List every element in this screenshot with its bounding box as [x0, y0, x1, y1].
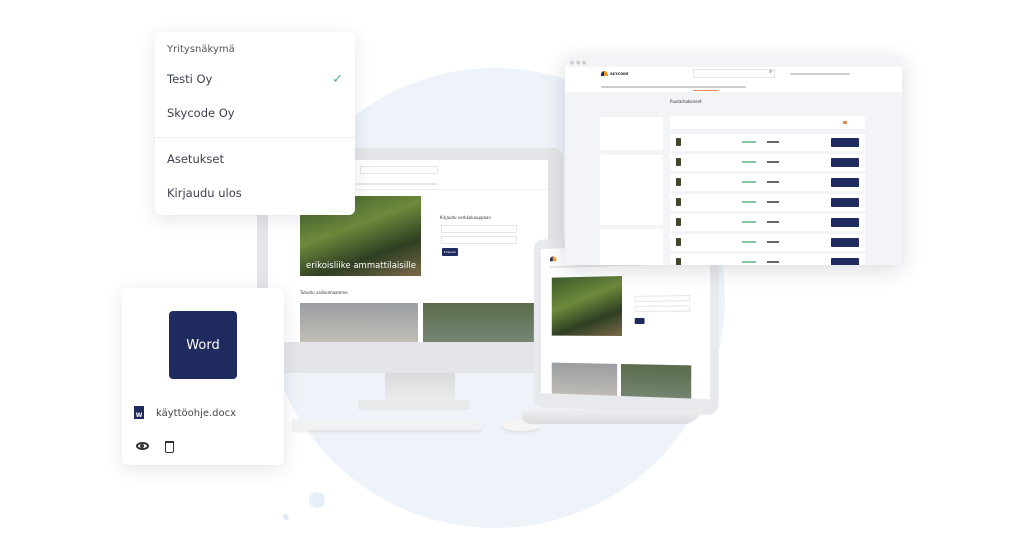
username-input[interactable] — [441, 225, 517, 233]
window-dots: ● ● ● — [570, 60, 587, 66]
login-button[interactable]: Kirjaudu — [442, 248, 458, 256]
logo — [549, 256, 557, 262]
decorative-dot — [283, 514, 289, 520]
product-row — [670, 194, 865, 211]
category-panel — [600, 155, 663, 225]
product-search-bar[interactable] — [670, 116, 865, 129]
search-icon[interactable]: ⌕ — [769, 68, 772, 76]
hero-image — [551, 276, 622, 336]
monitor-stand — [385, 372, 455, 402]
add-to-cart-button[interactable] — [831, 218, 859, 227]
add-to-cart-button[interactable] — [831, 198, 859, 207]
eye-icon[interactable] — [136, 442, 149, 450]
file-name[interactable]: käyttöohje.docx — [156, 408, 236, 419]
menu-header: Yritysnäkymä — [167, 44, 235, 55]
company-item-skycode[interactable]: Skycode Oy — [167, 106, 235, 120]
word-file-icon: W — [134, 406, 144, 419]
active-tab-indicator — [693, 90, 718, 91]
word-badge: Word — [169, 311, 237, 379]
monitor-base — [358, 400, 470, 410]
keyboard — [292, 419, 482, 430]
company-menu: Yritysnäkymä Testi Oy ✓ Skycode Oy Asetu… — [155, 32, 355, 215]
laptop-base — [517, 410, 703, 424]
product-row — [670, 254, 865, 265]
add-to-cart-button[interactable] — [831, 238, 859, 247]
add-to-cart-button[interactable] — [831, 138, 859, 147]
product-image — [551, 362, 618, 400]
company-item-testi[interactable]: Testi Oy — [167, 72, 212, 86]
product-image — [423, 303, 541, 342]
product-row — [670, 234, 865, 251]
product-row — [670, 214, 865, 231]
filter-panel — [600, 117, 663, 150]
product-row — [670, 134, 865, 151]
username-input[interactable] — [634, 295, 691, 302]
list-view-icon[interactable] — [843, 121, 847, 124]
brand-panel — [600, 229, 663, 265]
laptop-screen — [540, 242, 711, 400]
shop-header: SKYCODE ⌕ — [565, 67, 902, 92]
page-title: Puutarhakoneet — [670, 99, 702, 104]
logout-item[interactable]: Kirjaudu ulos — [167, 186, 242, 200]
shop-browser-window: ● ● ● SKYCODE ⌕ Puutarhakoneet — [565, 57, 902, 265]
password-input[interactable] — [634, 305, 691, 312]
password-input[interactable] — [441, 236, 517, 244]
logo: SKYCODE — [601, 71, 628, 76]
search-input[interactable] — [693, 69, 775, 78]
hero-text: erikoisliike ammattilaisille — [306, 261, 417, 271]
section-title: Tutustu valikoimaamme — [300, 290, 348, 295]
add-to-cart-button[interactable] — [831, 178, 859, 187]
product-image — [621, 363, 692, 400]
login-button[interactable] — [634, 317, 645, 325]
add-to-cart-button[interactable] — [831, 158, 859, 167]
add-to-cart-button[interactable] — [831, 258, 859, 265]
trash-icon[interactable] — [165, 441, 174, 453]
search-input[interactable] — [360, 166, 438, 174]
checkmark-icon: ✓ — [332, 72, 343, 87]
login-title: Kirjaudu verkkokauppaan — [440, 215, 491, 220]
product-image — [300, 303, 418, 342]
product-row — [670, 174, 865, 191]
file-card: Word W käyttöohje.docx — [122, 288, 284, 465]
product-row — [670, 154, 865, 171]
divider — [155, 137, 355, 138]
settings-item[interactable]: Asetukset — [167, 152, 224, 166]
decorative-dot — [309, 492, 325, 508]
